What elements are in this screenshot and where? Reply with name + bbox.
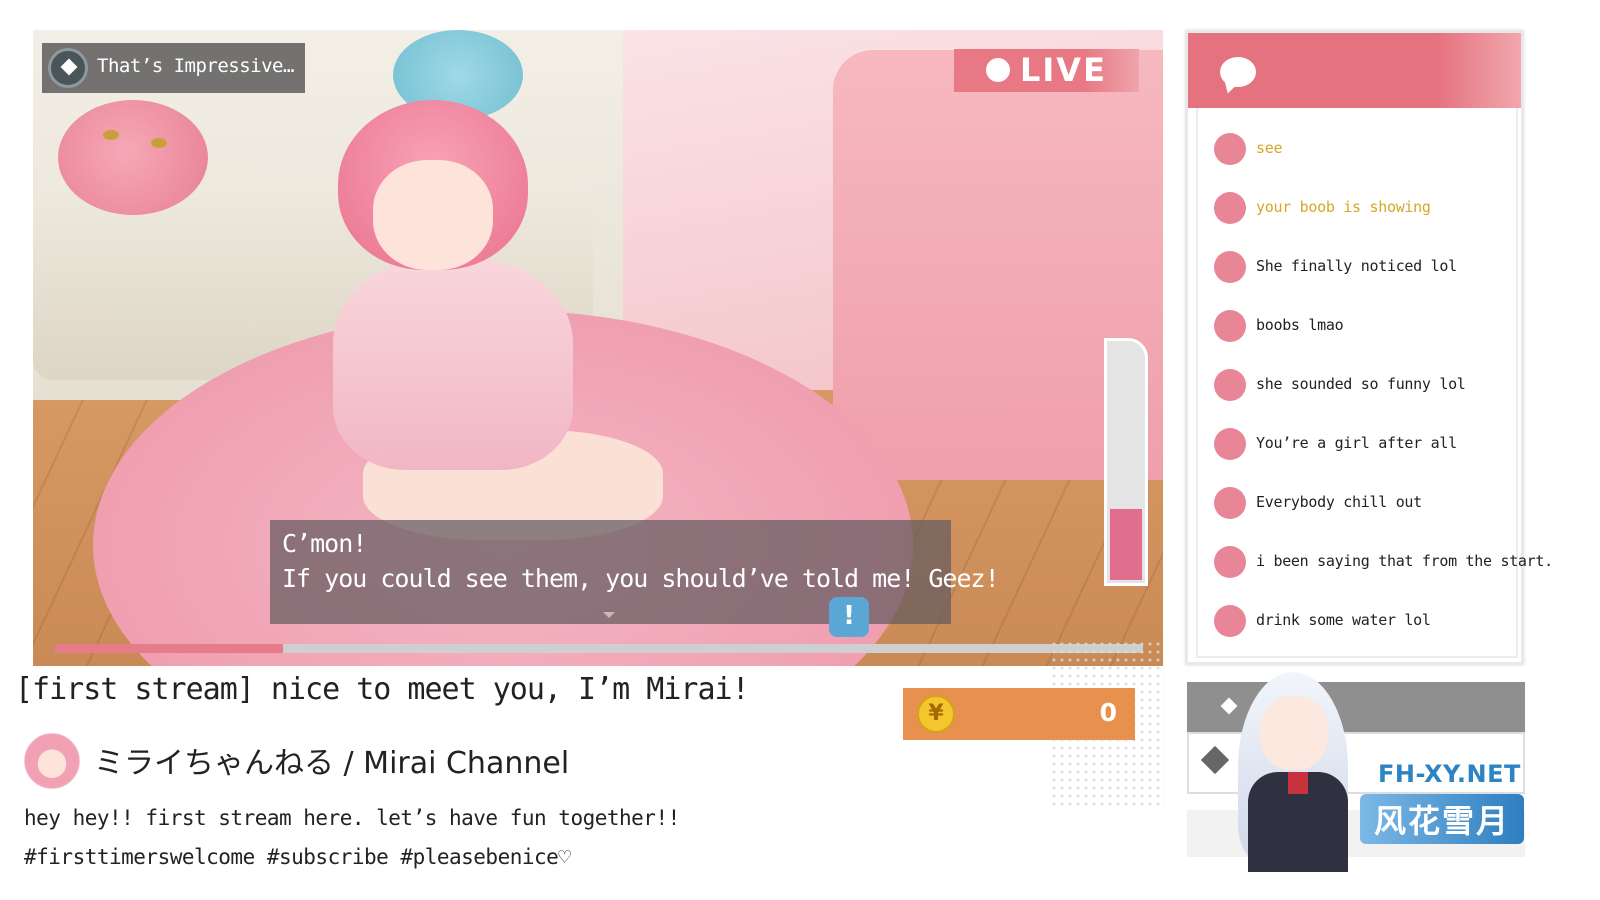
character-body [333, 260, 573, 470]
chat-message: see [1214, 133, 1514, 167]
achievement-toast: That’s Impressive… [42, 43, 305, 93]
gauge-fill [1110, 509, 1142, 580]
chat-message: She finally noticed lol [1214, 251, 1514, 285]
chat-message-text: Everybody chill out [1256, 493, 1422, 511]
chat-user-avatar [1214, 605, 1246, 637]
live-badge: LIVE [954, 49, 1139, 92]
chat-user-avatar [1214, 192, 1246, 224]
chat-message-text: see [1256, 139, 1283, 157]
chat-message: boobs lmao [1214, 310, 1514, 344]
chat-user-avatar [1214, 487, 1246, 519]
live-dot-icon [986, 58, 1010, 82]
stream-progress-bar [55, 644, 1143, 653]
mascot-face [1260, 696, 1328, 770]
chat-user-avatar [1214, 546, 1246, 578]
channel-avatar [24, 733, 80, 789]
chat-message: You’re a girl after all [1214, 428, 1514, 462]
stream-title: [first stream] nice to meet you, I’m Mir… [15, 672, 750, 707]
chat-message-text: i been saying that from the start. [1256, 552, 1553, 570]
chat-message-text: boobs lmao [1256, 316, 1344, 334]
chat-message: drink some water lol [1214, 605, 1514, 639]
dialogue-line-2: If you could see them, you should’ve tol… [282, 564, 1000, 593]
chat-user-avatar [1214, 369, 1246, 401]
chat-message-text: You’re a girl after all [1256, 434, 1457, 452]
dialogue-line-1: C’mon! [282, 529, 367, 558]
chat-bubble-icon [1220, 57, 1256, 87]
watermark-logo: 风花雪月 [1360, 794, 1525, 844]
chat-message: your boob is showing [1214, 192, 1514, 226]
chat-message-text: She finally noticed lol [1256, 257, 1457, 275]
chat-panel: see your boob is showing She finally notic… [1185, 30, 1553, 665]
chat-message-text: she sounded so funny lol [1256, 375, 1466, 393]
chat-user-avatar [1214, 133, 1246, 165]
chat-message: she sounded so funny lol [1214, 369, 1514, 403]
excitement-gauge [1104, 338, 1148, 586]
character-face [373, 160, 493, 270]
chat-message: i been saying that from the start. [1214, 546, 1553, 580]
chat-user-avatar [1214, 428, 1246, 460]
chat-message-text: your boob is showing [1256, 198, 1431, 216]
channel-name: ミライちゃんねる / Mirai Channel [94, 746, 570, 781]
diamond-icon [48, 48, 88, 88]
stream-tags: #firsttimerswelcome #subscribe #pleasebe… [24, 845, 571, 869]
live-label: LIVE [1020, 51, 1107, 89]
alert-icon[interactable]: ! [829, 597, 869, 637]
watermark-mascot [1208, 672, 1383, 872]
plush-eye [103, 130, 119, 140]
stream-description: hey hey!! first stream here. let’s have … [24, 806, 680, 830]
yen-coin-icon: ¥ [917, 695, 955, 733]
chat-user-avatar [1214, 251, 1246, 283]
plush-eye [151, 138, 167, 148]
stream-progress-fill [55, 644, 284, 653]
chat-user-avatar [1214, 310, 1246, 342]
advance-arrow-icon[interactable] [603, 612, 615, 618]
achievement-text: That’s Impressive… [97, 55, 294, 77]
chat-message: Everybody chill out [1214, 487, 1514, 521]
mascot-bow [1288, 772, 1308, 794]
currency-value: 0 [1099, 698, 1117, 727]
chat-header [1188, 33, 1521, 108]
pink-plush-toy [58, 100, 208, 215]
chat-message-text: drink some water lol [1256, 611, 1431, 629]
currency-counter: ¥ 0 [903, 688, 1135, 740]
watermark-text: FH-XY.NET [1378, 760, 1521, 788]
